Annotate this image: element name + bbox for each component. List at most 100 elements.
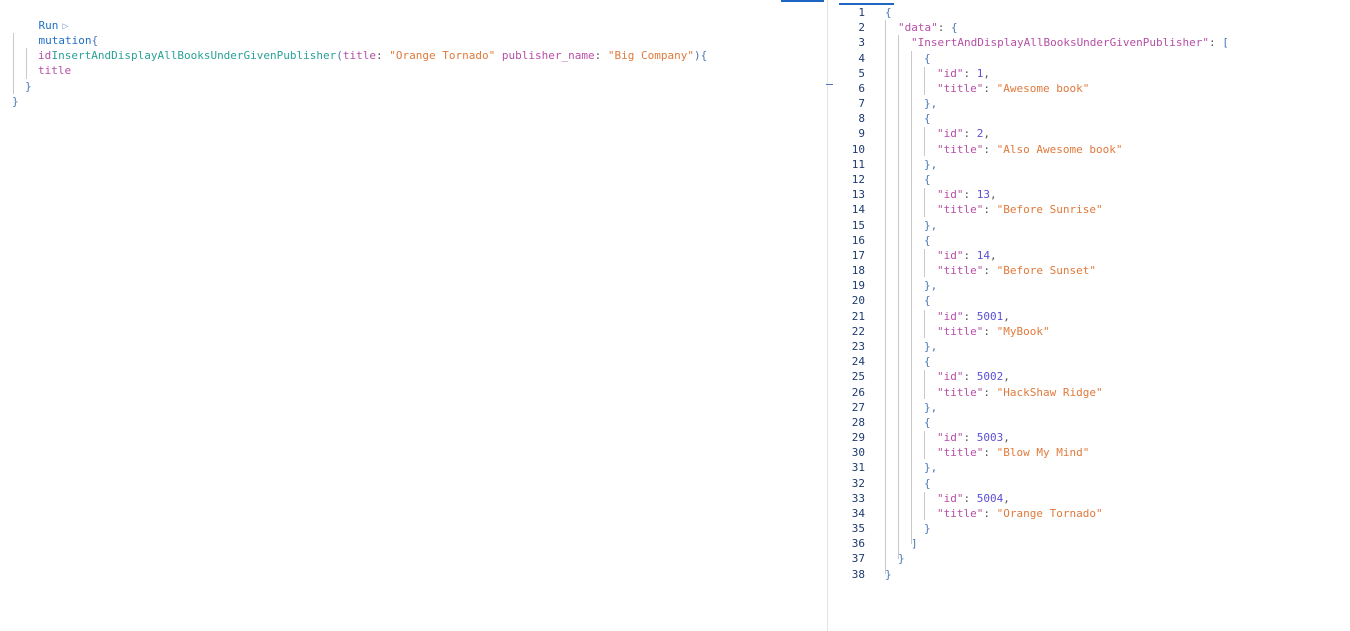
arg-publisher-name: publisher_name — [501, 49, 595, 62]
json-line: "id": 14, — [937, 248, 997, 263]
line-number: 24 — [851, 355, 865, 369]
arg-title-name: title — [342, 49, 377, 62]
book-id: 5001 — [976, 309, 1004, 323]
line-number: 16 — [851, 233, 865, 247]
run-button[interactable]: Run ▷ — [12, 3, 69, 32]
json-line: "id": 2, — [937, 126, 990, 141]
json-key-id: "id" — [937, 370, 964, 384]
json-brace: }, — [924, 97, 938, 111]
json-key-title: "title" — [937, 264, 984, 278]
json-brace: }, — [924, 279, 938, 293]
json-colon: : — [983, 324, 997, 338]
mutation-field-name: InsertAndDisplayAllBooksUnderGivenPublis… — [51, 49, 337, 62]
line-number: 27 — [851, 400, 865, 414]
query-editor[interactable]: Run ▷ mutation{ InsertAndDisplayAllBooksU… — [0, 0, 828, 631]
json-comma: , — [983, 127, 990, 141]
pane-divider[interactable] — [827, 0, 828, 631]
line-number: 38 — [851, 567, 865, 581]
json-key-id: "id" — [937, 127, 964, 141]
book-title: "Awesome book" — [996, 81, 1090, 95]
json-line: "title": "Awesome book" — [937, 81, 1089, 96]
line-number: 23 — [851, 339, 865, 353]
line-number: 22 — [851, 324, 865, 338]
json-line: { — [924, 415, 931, 430]
json-brace: { — [924, 112, 931, 126]
arg-separator-2: : — [594, 49, 608, 62]
json-key-title: "title" — [937, 81, 984, 95]
json-line: "id": 5004, — [937, 491, 1010, 506]
json-line: "title": "Before Sunrise" — [937, 202, 1103, 217]
json-comma: , — [990, 188, 997, 202]
json-comma: , — [1003, 309, 1010, 323]
json-colon: : — [963, 66, 977, 80]
indent-guide — [13, 33, 14, 94]
indent-guide — [924, 491, 925, 521]
line-number: 32 — [851, 476, 865, 490]
json-line: "data": { — [898, 20, 958, 35]
json-key-title: "title" — [937, 446, 984, 460]
json-line: { — [924, 51, 931, 66]
book-title: "MyBook" — [996, 324, 1050, 338]
json-key-title: "title" — [937, 324, 984, 338]
json-brace: }, — [924, 157, 938, 171]
line-number: 37 — [851, 552, 865, 566]
json-brace: }, — [924, 218, 938, 232]
divider-handle[interactable] — [826, 84, 833, 85]
json-line: "title": "Orange Tornado" — [937, 506, 1103, 521]
line-number: 17 — [851, 248, 865, 262]
json-brace: { — [924, 415, 931, 429]
indent-guide — [898, 35, 899, 559]
json-line: }, — [924, 278, 937, 293]
json-line: }, — [924, 157, 937, 172]
json-brace: { — [924, 51, 931, 65]
json-line: { — [924, 293, 931, 308]
book-id: 5003 — [976, 431, 1004, 445]
book-title: "Before Sunset" — [996, 264, 1096, 278]
line-number: 13 — [851, 188, 865, 202]
json-key-id: "id" — [937, 188, 964, 202]
line-number: 34 — [851, 506, 865, 520]
indent-guide — [924, 309, 925, 338]
arg-separator: : — [376, 49, 390, 62]
line-number: 18 — [851, 264, 865, 278]
json-line: "title": "Blow My Mind" — [937, 445, 1089, 460]
json-line: { — [924, 111, 931, 126]
json-key-id: "id" — [937, 431, 964, 445]
book-id: 5004 — [976, 491, 1004, 505]
json-line: "id": 5001, — [937, 309, 1010, 324]
indent-guide — [26, 48, 27, 79]
editor-tab-indicator — [781, 0, 824, 2]
json-line: "InsertAndDisplayAllBooksUnderGivenPubli… — [911, 35, 1229, 50]
json-comma: , — [1003, 370, 1010, 384]
json-line: { — [924, 172, 931, 187]
json-line: }, — [924, 400, 937, 415]
query-line-2: InsertAndDisplayAllBooksUnderGivenPublis… — [25, 33, 708, 62]
selection-title: title — [38, 64, 72, 77]
json-key-field: "InsertAndDisplayAllBooksUnderGivenPubli… — [911, 36, 1210, 50]
json-colon: : — [983, 506, 997, 520]
line-number: 28 — [851, 415, 865, 429]
line-number: 4 — [858, 51, 865, 65]
json-colon: : — [1209, 36, 1223, 50]
json-comma: , — [1003, 491, 1010, 505]
paren-open: ( — [336, 49, 343, 62]
selection-id: id — [38, 49, 52, 62]
json-key-title: "title" — [937, 203, 984, 217]
line-number: 19 — [851, 279, 865, 293]
selection-close: } — [25, 80, 32, 93]
json-brace: { — [924, 476, 931, 490]
json-brace: }, — [924, 339, 938, 353]
json-colon: : — [983, 264, 997, 278]
indent-guide — [911, 51, 912, 544]
line-number: 14 — [851, 203, 865, 217]
json-key-id: "id" — [937, 248, 964, 262]
json-key-id: "id" — [937, 491, 964, 505]
json-colon: : — [963, 309, 977, 323]
line-number: 29 — [851, 431, 865, 445]
json-line: "title": "Also Awesome book" — [937, 142, 1122, 157]
json-line: }, — [924, 218, 937, 233]
book-title: "HackShaw Ridge" — [996, 385, 1103, 399]
book-id: 13 — [976, 188, 990, 202]
indent-guide — [924, 248, 925, 278]
line-number: 30 — [851, 446, 865, 460]
